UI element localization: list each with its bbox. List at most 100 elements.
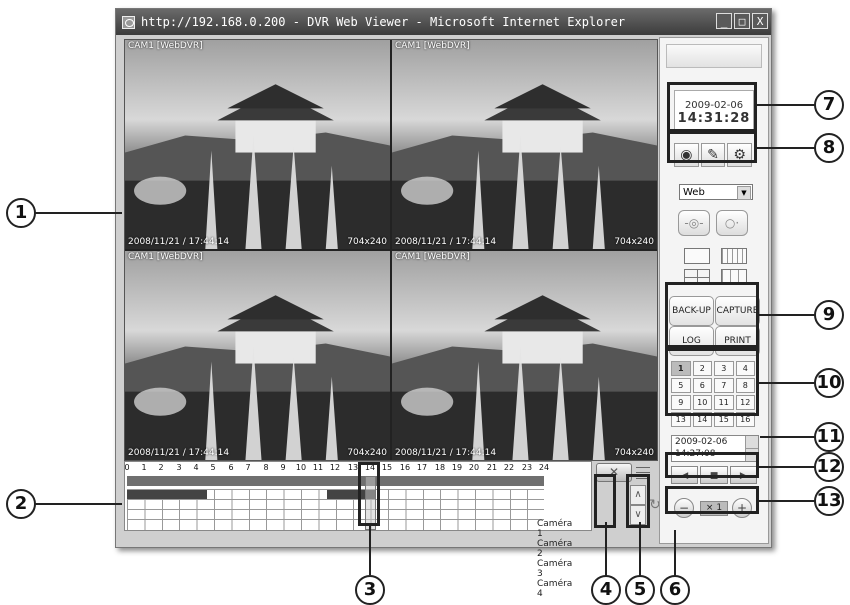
highlight-clock [667,82,757,132]
callout-10: 10 [814,368,844,398]
callout-leader [32,503,122,505]
pavilion-fountain-image [125,295,390,460]
callout-12: 12 [814,452,844,482]
search-date: 2009-02-06 [675,437,728,447]
callout-leader [757,104,815,106]
hour-tick: 15 [381,463,393,472]
maximize-button[interactable]: □ [734,13,750,29]
recording-grid[interactable]: Caméra 1 Caméra 2 Caméra 3 Caméra 4 [127,489,572,599]
callout-leader [639,522,641,576]
callout-4: 4 [591,575,621,605]
hour-tick: 18 [434,463,446,472]
callout-7: 7 [814,90,844,120]
camera-label: CAM1 [WebDVR] [128,41,203,51]
highlight-playback [665,452,759,478]
pavilion-fountain-image [392,295,657,460]
ie-icon [122,15,135,29]
hour-tick: 6 [228,463,234,472]
highlight-timeline-cursor [358,462,380,526]
hour-tick: 5 [210,463,216,472]
callout-leader [674,530,676,576]
hour-tick: 12 [329,463,341,472]
camera-timestamp: 2008/11/21 / 17:44:14 [395,237,497,247]
panel-header [666,44,762,68]
camera-row-label: Caméra 4 [537,579,573,599]
camera-view[interactable]: CAM1 [WebDVR] 2008/11/21 / 17:44:14 704x… [125,251,390,460]
camera-view[interactable]: CAM1 [WebDVR] 2008/11/21 / 17:44:14 704x… [392,251,657,460]
layout-single-button[interactable] [684,248,710,264]
hour-tick: 1 [141,463,147,472]
camera-view[interactable]: CAM1 [WebDVR] 2008/11/21 / 17:44:14 704x… [392,40,657,249]
camera-row-labels: Caméra 1 Caméra 2 Caméra 3 Caméra 4 [537,519,572,599]
pavilion-fountain-image [392,84,657,249]
camera-view[interactable]: CAM1 [WebDVR] 2008/11/21 / 17:44:14 704x… [125,40,390,249]
camera-resolution: 704x240 [347,448,387,458]
minimize-button[interactable]: _ [716,13,732,29]
camera-label: CAM1 [WebDVR] [395,41,470,51]
highlight-numpad [665,348,759,416]
camera-timestamp: 2008/11/21 / 17:44:14 [128,448,230,458]
window-title: http://192.168.0.200 - DVR Web Viewer - … [141,15,626,29]
mode-select[interactable]: Web ▼ [679,184,753,200]
hour-tick: 11 [312,463,324,472]
hour-tick: 24 [538,463,550,472]
title-bar: http://192.168.0.200 - DVR Web Viewer - … [116,9,771,35]
connect-button[interactable]: -◎- [678,210,710,236]
video-grid: CAM1 [WebDVR] 2008/11/21 / 17:44:14 704x… [124,39,658,461]
callout-leader [605,522,607,576]
camera-timestamp: 2008/11/21 / 17:44:14 [395,448,497,458]
callout-leader [759,466,815,468]
highlight-scroll [626,474,650,528]
highlight-mute [594,474,616,528]
layout-16-button[interactable] [721,248,747,264]
callout-leader [760,436,815,438]
camera-resolution: 704x240 [614,448,654,458]
callout-leader [759,382,815,384]
hour-tick: 7 [245,463,251,472]
disconnect-button[interactable]: ○· [716,210,748,236]
callout-8: 8 [814,133,844,163]
hour-tick: 21 [486,463,498,472]
callout-9: 9 [814,300,844,330]
hour-tick: 17 [416,463,428,472]
callout-5: 5 [625,575,655,605]
callout-leader [759,314,815,316]
camera-row-label: Caméra 1 [537,519,573,539]
recording-segment [127,490,207,499]
hour-tick: 10 [295,463,307,472]
highlight-speed [665,486,759,514]
callout-13: 13 [814,486,844,516]
camera-timestamp: 2008/11/21 / 17:44:14 [128,237,230,247]
camera-label: CAM1 [WebDVR] [128,252,203,262]
hour-tick: 0 [124,463,130,472]
hour-tick: 19 [451,463,463,472]
callout-leader [32,212,122,214]
callout-1: 1 [6,198,36,228]
hour-tick: 8 [263,463,269,472]
callout-11: 11 [814,422,844,452]
connect-icon: -◎- [684,216,704,230]
callout-leader [757,147,815,149]
hour-tick: 13 [347,463,359,472]
callout-leader [759,500,815,502]
hour-tick: 16 [399,463,411,472]
hour-tick: 3 [176,463,182,472]
highlight-function-buttons [665,282,759,348]
camera-label: CAM1 [WebDVR] [395,252,470,262]
callout-6: 6 [660,575,690,605]
pavilion-fountain-image [125,84,390,249]
hour-tick: 9 [280,463,286,472]
callout-3: 3 [355,575,385,605]
camera-row-label: Caméra 2 [537,539,573,559]
hour-tick: 23 [521,463,533,472]
hour-tick: 22 [503,463,515,472]
recording-row [127,519,544,530]
camera-resolution: 704x240 [614,237,654,247]
close-button[interactable]: X [752,13,768,29]
timeline-track[interactable] [127,476,544,486]
mode-select-value: Web [683,187,705,198]
hour-tick: 2 [158,463,164,472]
hour-tick: 20 [468,463,480,472]
highlight-mode-icons [667,131,757,163]
chevron-down-icon: ▼ [737,186,751,200]
